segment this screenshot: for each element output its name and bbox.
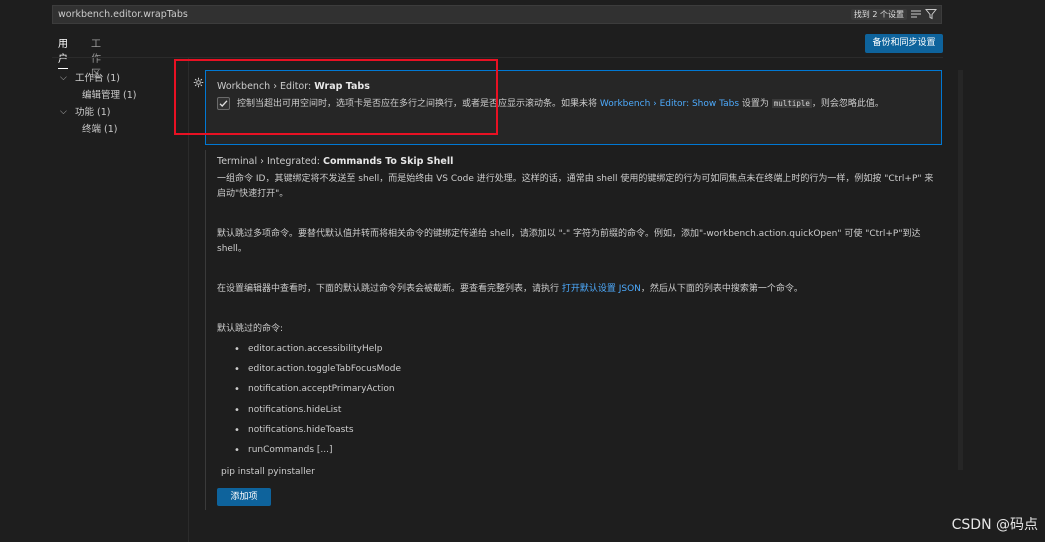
- list-item: editor.action.accessibilityHelp: [232, 342, 532, 362]
- list-item: notifications.hideList: [232, 403, 532, 423]
- settings-search-input[interactable]: [58, 6, 838, 23]
- list-filter-icon[interactable]: [910, 8, 922, 20]
- watermark: CSDN @码点: [951, 517, 1038, 533]
- tab-user[interactable]: 用户: [58, 35, 68, 69]
- toc-item-workbench[interactable]: ⌵ 工作台 (1): [56, 70, 186, 87]
- toc-item-terminal[interactable]: 终端 (1): [56, 121, 186, 138]
- list-item: notifications.hideToasts: [232, 423, 532, 443]
- setting-paragraph-2: 默认跳过多项命令。要替代默认值并转而将相关命令的键绑定传递给 shell，请添加…: [217, 229, 921, 254]
- chevron-down-icon: ⌵: [60, 73, 67, 83]
- settings-search-box[interactable]: 找到 2 个设置: [52, 5, 942, 24]
- search-result-count-badge: 找到 2 个设置: [850, 9, 907, 20]
- funnel-icon[interactable]: [924, 8, 938, 20]
- array-value-item[interactable]: pip install pyinstaller: [221, 467, 315, 477]
- settings-toc: ⌵ 工作台 (1) 编辑管理 (1) ⌵ 功能 (1) 终端 (1): [56, 70, 186, 138]
- setting-title-terminal: Terminal › Integrated: Commands To Skip …: [217, 156, 454, 167]
- setting-paragraph-1: 一组命令 ID，其键绑定将不发送至 shell，而是始终由 VS Code 进行…: [217, 174, 934, 199]
- list-item: runCommands [...]: [232, 443, 532, 463]
- list-item: notification.acceptPrimaryAction: [232, 382, 532, 402]
- toc-item-features[interactable]: ⌵ 功能 (1): [56, 104, 186, 121]
- chevron-down-icon: ⌵: [60, 107, 67, 117]
- header-divider: [52, 57, 943, 58]
- toc-item-editor-management[interactable]: 编辑管理 (1): [56, 87, 186, 104]
- backup-and-sync-button[interactable]: 备份和同步设置: [865, 34, 943, 53]
- list-item: editor.action.toggleTabFocusMode: [232, 362, 532, 382]
- setting-paragraph-3: 在设置编辑器中查看时，下面的默认跳过命令列表会被截断。要查看完整列表，请执行 打…: [217, 284, 803, 294]
- highlight-annotation-box: [174, 59, 498, 135]
- default-skipped-commands-list: editor.action.accessibilityHelp editor.a…: [232, 342, 532, 463]
- setting-modified-bar: [205, 150, 206, 510]
- vertical-scrollbar[interactable]: [958, 70, 963, 470]
- open-default-settings-json-link[interactable]: 打开默认设置 JSON: [562, 284, 641, 294]
- code-snippet: multiple: [771, 99, 812, 108]
- add-item-button[interactable]: 添加项: [217, 488, 271, 506]
- command-list-heading: 默认跳过的命令:: [217, 324, 284, 334]
- show-tabs-setting-link[interactable]: Workbench › Editor: Show Tabs: [600, 99, 739, 109]
